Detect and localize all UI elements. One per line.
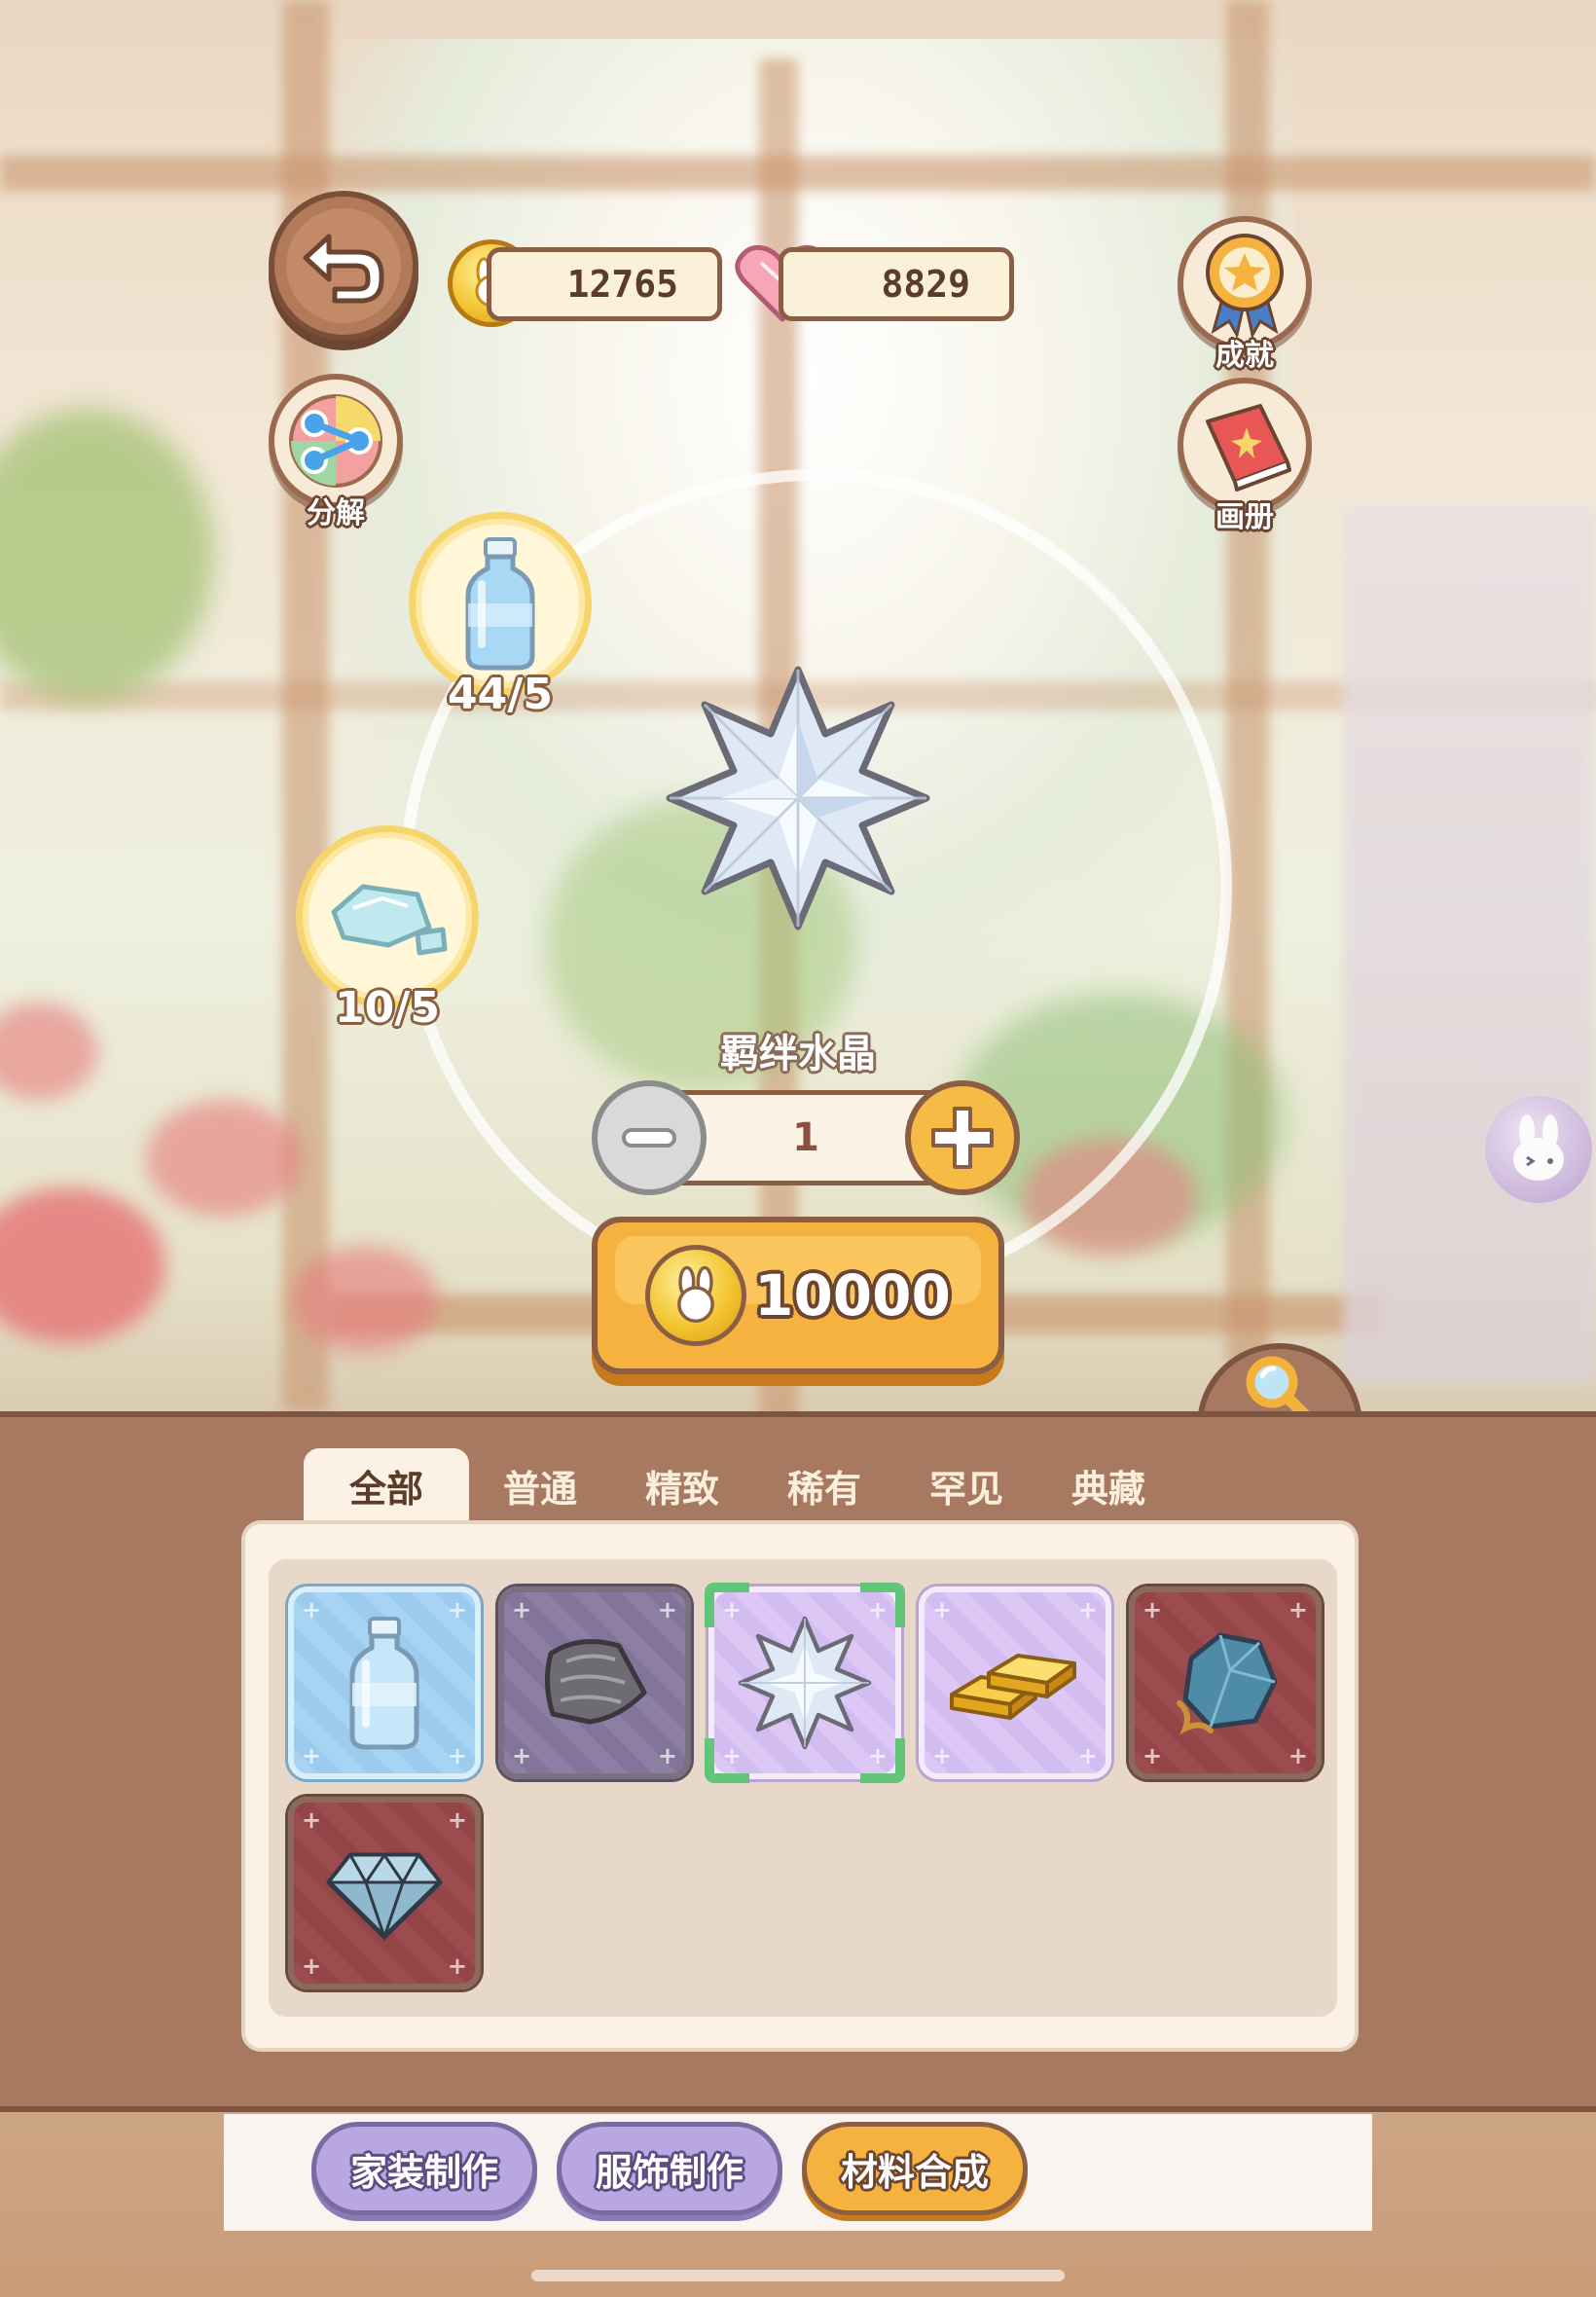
item-slot[interactable]: + + + +	[919, 1586, 1111, 1779]
item-slot[interactable]: + + + +	[288, 1586, 481, 1779]
nav-label: 材料合成	[840, 2150, 989, 2194]
home-indicator[interactable]	[531, 2270, 1065, 2281]
album-button[interactable]: 画册	[1178, 378, 1312, 535]
material-count: 10/5	[335, 983, 440, 1033]
rarity-tabs: 全部 普通 精致 稀有 罕见 典藏	[304, 1448, 1179, 1522]
flower-blur	[146, 1100, 302, 1217]
selection-frame	[705, 1583, 905, 1783]
nav-label: 服饰制作	[595, 2150, 744, 2194]
increase-button[interactable]	[905, 1080, 1020, 1195]
floating-assistant-button[interactable]	[1485, 1096, 1592, 1203]
tab-fine[interactable]: 精致	[611, 1448, 753, 1522]
item-slot[interactable]: + + + +	[1129, 1586, 1322, 1779]
back-arrow-icon	[286, 208, 401, 323]
minus-icon	[622, 1128, 676, 1148]
ore-rock-icon	[1177, 1632, 1278, 1735]
tab-rare[interactable]: 稀有	[753, 1448, 895, 1522]
back-button[interactable]	[269, 191, 418, 341]
item-grid: + + + + + + + + + + + + + + + + + + + + …	[241, 1520, 1359, 2052]
tab-collection[interactable]: 典藏	[1037, 1448, 1179, 1522]
shelf-blur	[1343, 506, 1596, 1382]
decompose-label: 分解	[307, 496, 365, 530]
nav-material-synthesis[interactable]: 材料合成	[802, 2122, 1028, 2215]
material-count: 44/5	[448, 670, 553, 719]
cost-value: 10000	[754, 1262, 951, 1329]
item-slot[interactable]: + + + +	[498, 1586, 691, 1779]
flower-blur	[0, 1187, 165, 1343]
water-bottle-icon	[409, 512, 592, 695]
synthesize-button[interactable]: 10000	[592, 1217, 1004, 1374]
plus-icon	[931, 1107, 994, 1169]
coin-icon	[645, 1245, 747, 1346]
achievement-button[interactable]: 成就	[1178, 216, 1312, 374]
nav-home-crafting[interactable]: 家装制作	[311, 2122, 537, 2215]
window-frame	[0, 156, 1596, 191]
heart-balance: 8829	[779, 247, 1014, 321]
bunny-icon	[1513, 1114, 1564, 1181]
nav-label: 家装制作	[349, 2150, 498, 2194]
tab-uncommon[interactable]: 罕见	[895, 1448, 1037, 1522]
nav-outfit-crafting[interactable]: 服饰制作	[557, 2122, 782, 2215]
material-slot[interactable]: 10/5	[296, 825, 479, 1033]
crystal-star-icon	[662, 662, 934, 934]
item-grid-inner: + + + + + + + + + + + + + + + + + + + + …	[269, 1559, 1337, 2017]
item-slot[interactable]: + + + +	[288, 1797, 481, 1989]
achievement-label: 成就	[1215, 339, 1274, 373]
flower-blur	[292, 1246, 438, 1353]
decompose-button[interactable]: 分解	[269, 374, 403, 531]
gold-bars-icon	[950, 1654, 1076, 1720]
flower-blur	[0, 1003, 97, 1100]
decrease-button[interactable]	[592, 1080, 707, 1195]
album-label: 画册	[1215, 500, 1274, 534]
coin-balance: 12765	[487, 247, 722, 321]
water-bottle-icon	[349, 1617, 419, 1750]
cloth-icon	[545, 1639, 647, 1725]
plant-blur	[0, 409, 214, 701]
ice-shard-icon	[296, 825, 479, 1008]
diamond-icon	[326, 1852, 443, 1942]
product-name: 羁绊水晶	[720, 1032, 876, 1076]
material-slot[interactable]: 44/5	[409, 512, 592, 719]
tab-all[interactable]: 全部	[304, 1448, 469, 1522]
quantity-stepper: 1	[592, 1080, 1020, 1195]
tab-common[interactable]: 普通	[469, 1448, 611, 1522]
